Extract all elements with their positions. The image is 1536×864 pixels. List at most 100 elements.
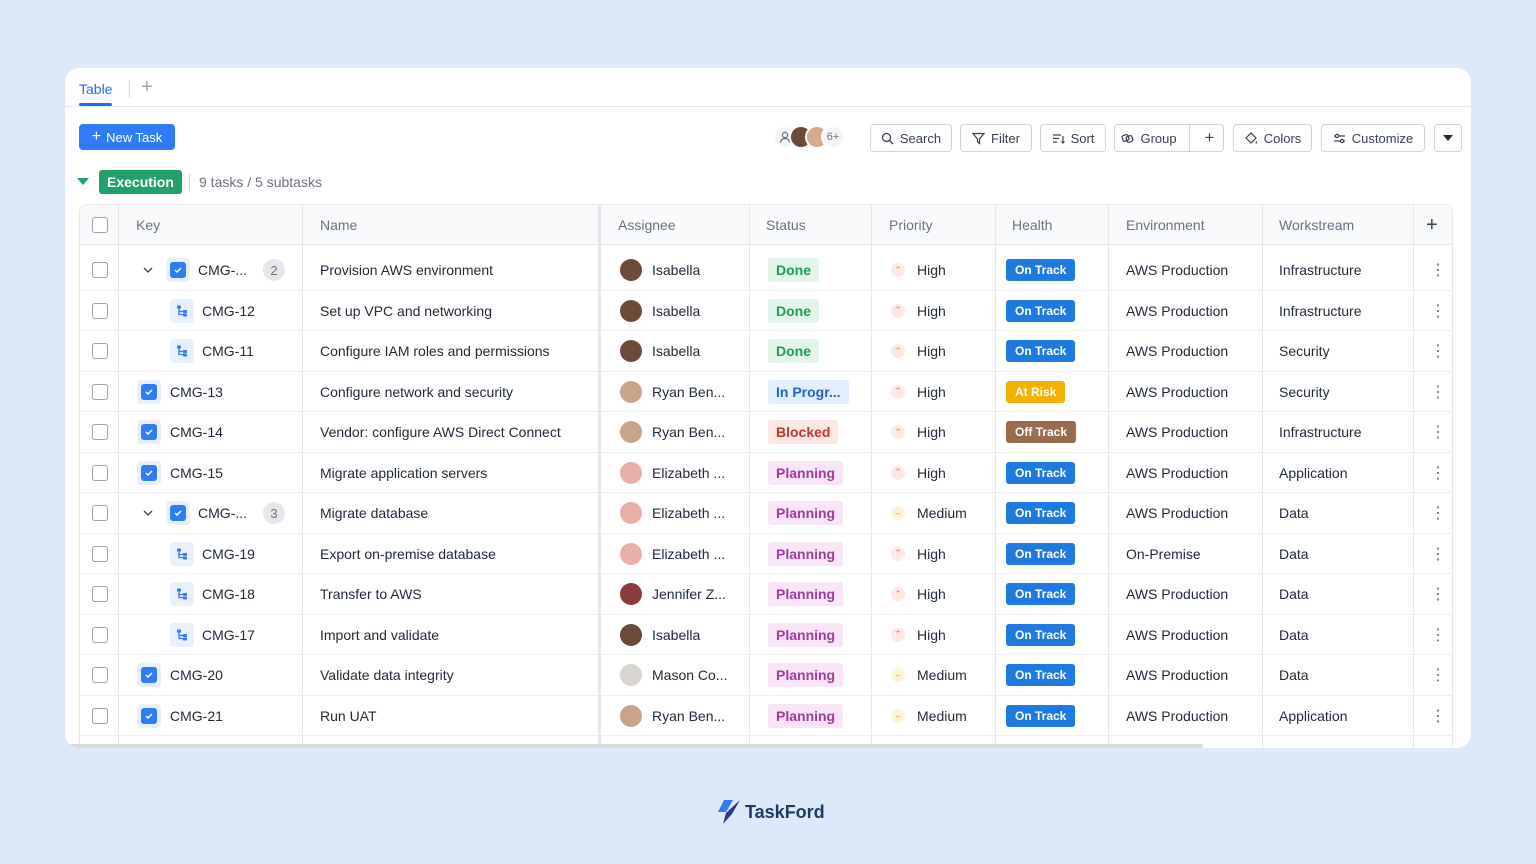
priority-cell[interactable]: – Medium: [891, 696, 993, 736]
workstream-cell[interactable]: Infrastructure: [1279, 291, 1411, 331]
workstream-cell[interactable]: Application: [1279, 453, 1411, 493]
table-row[interactable]: CMG-11 Configure IAM roles and permission…: [80, 331, 1452, 372]
column-header-workstream[interactable]: Workstream: [1279, 205, 1354, 245]
task-key[interactable]: CMG-13: [170, 384, 223, 400]
environment-cell[interactable]: AWS Production: [1126, 372, 1260, 412]
sort-button[interactable]: Sort: [1040, 124, 1106, 152]
workstream-cell[interactable]: Infrastructure: [1279, 412, 1411, 452]
new-task-button[interactable]: + New Task: [79, 124, 175, 150]
workstream-cell[interactable]: Infrastructure: [1279, 250, 1411, 290]
task-name[interactable]: Import and validate: [320, 615, 596, 655]
assignee-cell[interactable]: Jennifer Z...: [620, 574, 748, 614]
task-name[interactable]: Validate data integrity: [320, 655, 596, 695]
row-checkbox[interactable]: [92, 574, 108, 614]
status-cell[interactable]: Planning: [768, 574, 870, 614]
group-badge[interactable]: Execution: [99, 170, 182, 194]
status-cell[interactable]: Done: [768, 250, 870, 290]
row-checkbox[interactable]: [92, 655, 108, 695]
table-row[interactable]: CMG-14 Vendor: configure AWS Direct Conne…: [80, 412, 1452, 453]
row-checkbox[interactable]: [92, 331, 108, 371]
row-checkbox[interactable]: [92, 412, 108, 452]
workstream-cell[interactable]: Security: [1279, 331, 1411, 371]
row-checkbox[interactable]: [92, 250, 108, 290]
status-cell[interactable]: Planning: [768, 534, 870, 574]
task-key[interactable]: CMG-14: [170, 424, 223, 440]
column-header-status[interactable]: Status: [766, 205, 806, 245]
column-header-key[interactable]: Key: [136, 205, 160, 245]
select-all-checkbox[interactable]: [92, 205, 108, 245]
status-cell[interactable]: Blocked: [768, 412, 870, 452]
task-key[interactable]: CMG-17: [202, 627, 255, 643]
status-cell[interactable]: In Progr...: [768, 372, 870, 412]
priority-cell[interactable]: ⌃ High: [891, 453, 993, 493]
chevron-down-icon[interactable]: [142, 507, 154, 519]
row-menu-icon[interactable]: ⋮: [1430, 655, 1446, 695]
health-cell[interactable]: At Risk: [1006, 372, 1106, 412]
priority-cell[interactable]: ⌃ High: [891, 372, 993, 412]
status-cell[interactable]: Planning: [768, 696, 870, 736]
workstream-cell[interactable]: Security: [1279, 372, 1411, 412]
assignee-cell[interactable]: Elizabeth ...: [620, 493, 748, 533]
row-checkbox[interactable]: [92, 372, 108, 412]
assignee-cell[interactable]: Ryan Ben...: [620, 696, 748, 736]
assignee-cell[interactable]: Ryan Ben...: [620, 412, 748, 452]
tab-table[interactable]: Table: [79, 81, 112, 97]
row-menu-icon[interactable]: ⋮: [1430, 372, 1446, 412]
environment-cell[interactable]: AWS Production: [1126, 696, 1260, 736]
priority-cell[interactable]: – Medium: [891, 655, 993, 695]
task-name[interactable]: Export on-premise database: [320, 534, 596, 574]
column-header-priority[interactable]: Priority: [889, 205, 933, 245]
status-cell[interactable]: Planning: [768, 655, 870, 695]
row-checkbox[interactable]: [92, 534, 108, 574]
colors-button[interactable]: Colors: [1233, 124, 1312, 152]
row-checkbox[interactable]: [92, 493, 108, 533]
status-cell[interactable]: Done: [768, 291, 870, 331]
priority-cell[interactable]: ⌃ High: [891, 615, 993, 655]
assignee-cell[interactable]: Elizabeth ...: [620, 534, 748, 574]
add-column-button[interactable]: +: [1426, 205, 1438, 245]
member-avatars[interactable]: 6+: [773, 125, 845, 149]
assignee-cell[interactable]: Isabella: [620, 250, 748, 290]
row-menu-icon[interactable]: ⋮: [1430, 453, 1446, 493]
status-cell[interactable]: Planning: [768, 615, 870, 655]
assignee-cell[interactable]: Isabella: [620, 615, 748, 655]
workstream-cell[interactable]: Data: [1279, 493, 1411, 533]
row-menu-icon[interactable]: ⋮: [1430, 574, 1446, 614]
task-key[interactable]: CMG-19: [202, 546, 255, 562]
workstream-cell[interactable]: Application: [1279, 696, 1411, 736]
row-checkbox[interactable]: [92, 615, 108, 655]
row-checkbox[interactable]: [92, 291, 108, 331]
table-row[interactable]: CMG-20 Validate data integrity Mason Co...…: [80, 655, 1452, 696]
task-name[interactable]: Migrate database: [320, 493, 596, 533]
health-cell[interactable]: On Track: [1006, 615, 1106, 655]
environment-cell[interactable]: AWS Production: [1126, 574, 1260, 614]
health-cell[interactable]: On Track: [1006, 453, 1106, 493]
row-menu-icon[interactable]: ⋮: [1430, 493, 1446, 533]
assignee-cell[interactable]: Elizabeth ...: [620, 453, 748, 493]
task-name[interactable]: Provision AWS environment: [320, 250, 596, 290]
table-row[interactable]: CMG-... 3 Migrate database Elizabeth ... Pla…: [80, 493, 1452, 534]
task-key[interactable]: CMG-20: [170, 667, 223, 683]
row-menu-icon[interactable]: ⋮: [1430, 291, 1446, 331]
row-menu-icon[interactable]: ⋮: [1430, 534, 1446, 574]
environment-cell[interactable]: AWS Production: [1126, 291, 1260, 331]
table-row[interactable]: CMG-19 Export on-premise database Elizabet…: [80, 534, 1452, 574]
task-name[interactable]: Vendor: configure AWS Direct Connect: [320, 412, 596, 452]
priority-cell[interactable]: ⌃ High: [891, 534, 993, 574]
task-key[interactable]: CMG-...: [198, 505, 247, 521]
priority-cell[interactable]: ⌃ High: [891, 331, 993, 371]
task-key[interactable]: CMG-11: [202, 343, 254, 359]
priority-cell[interactable]: ⌃ High: [891, 574, 993, 614]
task-key[interactable]: CMG-18: [202, 586, 255, 602]
assignee-cell[interactable]: Isabella: [620, 331, 748, 371]
table-row[interactable]: CMG-21 Run UAT Ryan Ben... Planning – Medium O…: [80, 696, 1452, 736]
task-key[interactable]: CMG-15: [170, 465, 223, 481]
row-menu-icon[interactable]: ⋮: [1430, 615, 1446, 655]
environment-cell[interactable]: AWS Production: [1126, 250, 1260, 290]
more-options-button[interactable]: [1434, 124, 1462, 152]
assignee-cell[interactable]: Isabella: [620, 291, 748, 331]
environment-cell[interactable]: AWS Production: [1126, 655, 1260, 695]
health-cell[interactable]: On Track: [1006, 493, 1106, 533]
row-checkbox[interactable]: [92, 453, 108, 493]
filter-button[interactable]: Filter: [960, 124, 1032, 152]
